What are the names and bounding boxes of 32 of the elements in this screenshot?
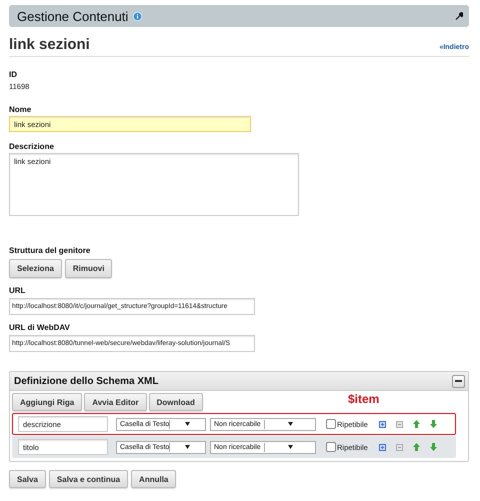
repeatable-checkbox[interactable]: [326, 419, 336, 429]
field-label: URL di WebDAV: [9, 323, 71, 334]
annotation-label: $item: [348, 392, 380, 406]
down-arrow-icon[interactable]: [430, 420, 437, 428]
up-arrow-icon[interactable]: [412, 420, 420, 428]
form-button[interactable]: Salva: [9, 470, 46, 488]
panel-title: Definizione dello Schema XML: [14, 376, 160, 386]
field-label: Struttura del genitore: [9, 246, 92, 257]
remove-icon[interactable]: [396, 420, 403, 428]
field-label: Descrizione: [9, 142, 55, 153]
page-title: link sezioni: [9, 36, 90, 53]
collapse-button[interactable]: [452, 374, 465, 388]
form-button[interactable]: Annulla: [131, 470, 176, 488]
toolbar-button[interactable]: Aggiungi Riga: [12, 393, 82, 411]
remove-icon[interactable]: [396, 444, 403, 450]
structure-button[interactable]: Seleziona: [9, 259, 62, 278]
toolbar-button[interactable]: Download: [148, 393, 203, 411]
field-label: ID: [9, 70, 18, 81]
form-button[interactable]: Salva e continua: [48, 470, 128, 488]
down-arrow-icon[interactable]: [430, 443, 437, 451]
field-label: URL: [9, 286, 26, 297]
info-icon[interactable]: [133, 12, 142, 20]
add-icon[interactable]: [378, 420, 386, 428]
structure-button[interactable]: Rimuovi: [64, 259, 112, 278]
add-icon[interactable]: [378, 444, 386, 450]
field-label: Nome: [9, 105, 32, 116]
toolbar-button[interactable]: Avvia Editor: [84, 393, 147, 411]
repeatable-checkbox[interactable]: [326, 442, 336, 452]
up-arrow-icon[interactable]: [412, 443, 420, 451]
portlet-title: Gestione Contenuti: [17, 8, 128, 24]
wrench-icon[interactable]: [455, 12, 463, 20]
minus-icon: [455, 380, 462, 382]
